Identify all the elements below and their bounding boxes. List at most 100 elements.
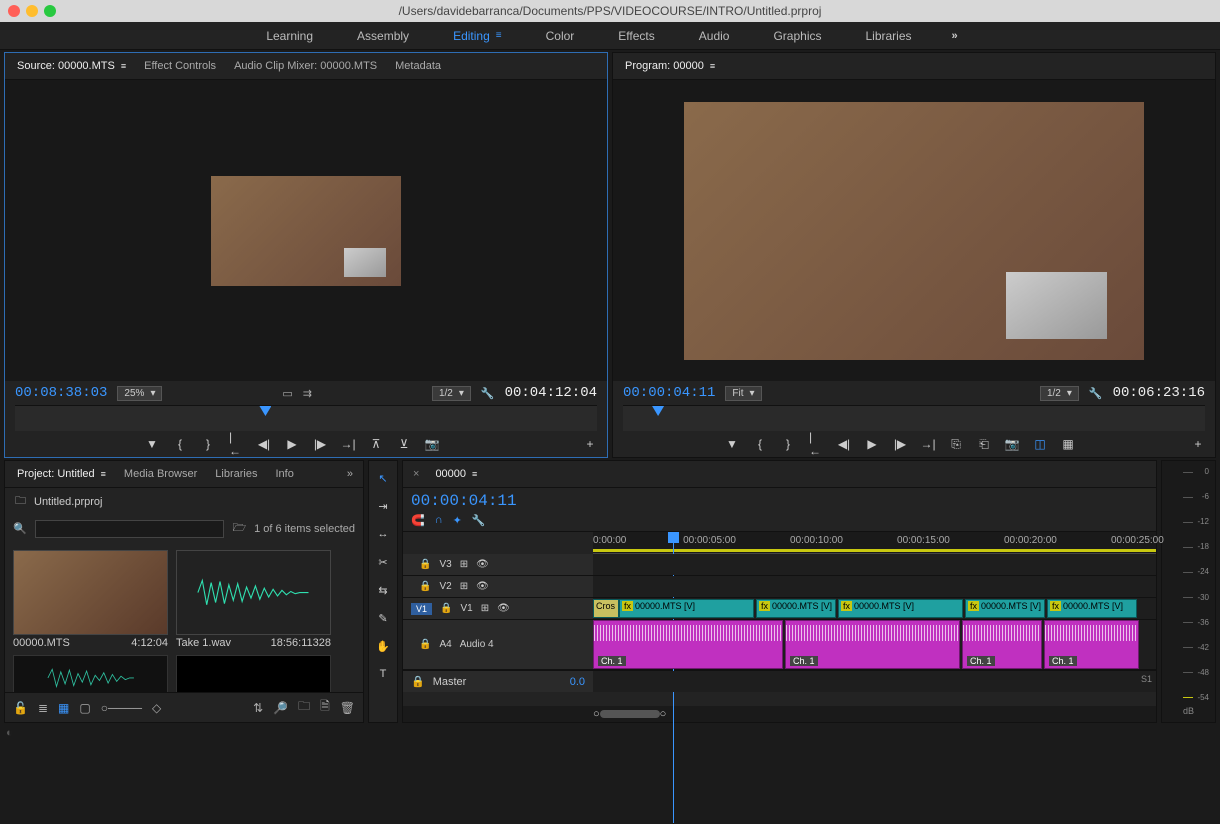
snap-icon[interactable]: 🧲: [411, 514, 425, 527]
window-maximize-button[interactable]: [44, 5, 56, 17]
mark-in-icon[interactable]: {: [173, 437, 187, 451]
program-timecode-in[interactable]: 00:00:04:11: [623, 385, 715, 401]
safe-margins-icon[interactable]: ▦: [1061, 437, 1075, 451]
window-minimize-button[interactable]: [26, 5, 38, 17]
video-track-v2[interactable]: 🔒V2⊞👁: [403, 576, 1156, 598]
slip-tool-icon[interactable]: ⇆: [374, 581, 392, 599]
trash-icon[interactable]: 🗑: [340, 701, 355, 715]
new-bin-icon[interactable]: 🗀: [298, 697, 310, 718]
step-forward-icon[interactable]: |▶: [893, 437, 907, 451]
add-marker-icon[interactable]: ▼: [145, 437, 159, 451]
workspace-assembly[interactable]: Assembly: [353, 26, 413, 46]
video-clip[interactable]: fx00000.MTS [V]: [838, 599, 963, 618]
video-clip[interactable]: fx00000.MTS [V]: [965, 599, 1045, 618]
find-icon[interactable]: 🔎: [273, 701, 288, 715]
workspace-graphics[interactable]: Graphics: [769, 26, 825, 46]
source-res-select[interactable]: 1/2▾: [432, 386, 471, 401]
master-track[interactable]: 🔒Master0.0 S1: [403, 670, 1156, 692]
workspace-libraries[interactable]: Libraries: [862, 26, 916, 46]
libraries-tab[interactable]: Libraries: [213, 465, 259, 483]
project-search-input[interactable]: [35, 520, 225, 538]
type-tool-icon[interactable]: T: [374, 665, 392, 683]
program-fit-select[interactable]: Fit▾: [725, 386, 761, 401]
razor-tool-icon[interactable]: ✂: [374, 553, 392, 571]
play-icon[interactable]: ▶: [285, 437, 299, 451]
transition-clip[interactable]: Cros: [593, 599, 619, 618]
button-editor-icon[interactable]: +: [583, 437, 597, 451]
mark-in-icon[interactable]: {: [753, 437, 767, 451]
source-scrub-bar[interactable]: [15, 405, 597, 431]
step-back-icon[interactable]: ◀|: [257, 437, 271, 451]
insert-icon[interactable]: ⊼: [369, 437, 383, 451]
extract-icon[interactable]: ⎗: [977, 437, 991, 451]
workspace-learning[interactable]: Learning: [262, 26, 317, 46]
audio-clip[interactable]: Ch. 1: [593, 620, 783, 669]
go-to-in-icon[interactable]: |←: [809, 437, 823, 451]
button-editor-icon[interactable]: +: [1191, 437, 1205, 451]
program-timecode-out[interactable]: 00:06:23:16: [1113, 385, 1205, 401]
toggle-icon[interactable]: ⇉: [303, 387, 312, 400]
video-clip[interactable]: fx00000.MTS [V]: [1047, 599, 1137, 618]
bin-item[interactable]: Take 1.wav18:56:11328: [176, 550, 331, 692]
sort-icon[interactable]: ◇: [152, 701, 161, 715]
comparison-view-icon[interactable]: ◫: [1033, 437, 1047, 451]
hand-tool-icon[interactable]: ✋: [374, 637, 392, 655]
toggle-icon[interactable]: ▭: [282, 387, 292, 400]
workspace-menu-icon[interactable]: ≡: [496, 30, 502, 41]
mark-out-icon[interactable]: }: [201, 437, 215, 451]
panel-overflow-icon[interactable]: »: [347, 468, 353, 480]
program-scrub-bar[interactable]: [623, 405, 1205, 431]
timeline-ruler[interactable]: 0:00:00 00:00:05:00 00:00:10:00 00:00:15…: [593, 532, 1156, 554]
pen-tool-icon[interactable]: ✎: [374, 609, 392, 627]
workspace-overflow-button[interactable]: »: [952, 30, 958, 42]
go-to-out-icon[interactable]: →|: [921, 437, 935, 451]
media-browser-tab[interactable]: Media Browser: [122, 465, 199, 483]
new-item-icon[interactable]: 🗎: [320, 697, 330, 718]
go-to-out-icon[interactable]: →|: [341, 437, 355, 451]
effect-controls-tab[interactable]: Effect Controls: [142, 57, 218, 75]
go-to-in-icon[interactable]: |←: [229, 437, 243, 451]
ripple-edit-tool-icon[interactable]: ↔: [374, 525, 392, 543]
write-lock-icon[interactable]: 🔓: [13, 701, 28, 715]
add-marker-icon[interactable]: ▼: [725, 437, 739, 451]
sequence-tab[interactable]: 00000≡: [433, 465, 479, 483]
workspace-color[interactable]: Color: [542, 26, 579, 46]
add-marker-icon[interactable]: ✦: [453, 514, 462, 527]
zoom-slider[interactable]: ○────: [101, 701, 142, 715]
video-clip[interactable]: fx00000.MTS [V]: [756, 599, 836, 618]
window-close-button[interactable]: [8, 5, 20, 17]
wrench-icon[interactable]: 🔧: [481, 387, 495, 400]
video-track-v1[interactable]: V1🔒V1⊞👁 Cros fx00000.MTS [V] fx00000.MTS…: [403, 598, 1156, 620]
mark-out-icon[interactable]: }: [781, 437, 795, 451]
video-track-v3[interactable]: 🔒V3⊞👁: [403, 554, 1156, 576]
program-tab[interactable]: Program: 00000≡: [623, 57, 717, 75]
metadata-tab[interactable]: Metadata: [393, 57, 443, 75]
step-back-icon[interactable]: ◀|: [837, 437, 851, 451]
wrench-icon[interactable]: 🔧: [1089, 387, 1103, 400]
bin-item[interactable]: 00000.MTS4:12:04: [13, 550, 168, 692]
audio-clip[interactable]: Ch. 1: [785, 620, 960, 669]
source-tab[interactable]: Source: 00000.MTS≡: [15, 57, 128, 75]
play-icon[interactable]: ▶: [865, 437, 879, 451]
workspace-audio[interactable]: Audio: [695, 26, 734, 46]
selection-tool-icon[interactable]: ↖: [374, 469, 392, 487]
timeline-timecode[interactable]: 00:00:04:11: [411, 492, 593, 510]
lift-icon[interactable]: ⎘: [949, 437, 963, 451]
freeform-view-icon[interactable]: ▢: [79, 701, 90, 715]
filter-bin-icon[interactable]: 🗁: [232, 519, 246, 538]
linked-selection-icon[interactable]: ∩: [435, 514, 443, 527]
export-frame-icon[interactable]: 📷: [1005, 437, 1019, 451]
audio-track-a4[interactable]: 🔒A4Audio 4 Ch. 1 Ch. 1 Ch. 1 Ch. 1: [403, 620, 1156, 670]
source-timecode-in[interactable]: 00:08:38:03: [15, 385, 107, 401]
timeline-scrollbar[interactable]: ○○: [403, 706, 1156, 722]
source-zoom-select[interactable]: 25%▾: [117, 386, 162, 401]
step-forward-icon[interactable]: |▶: [313, 437, 327, 451]
export-frame-icon[interactable]: 📷: [425, 437, 439, 451]
icon-view-icon[interactable]: ▦: [58, 701, 69, 715]
timeline-settings-icon[interactable]: 🔧: [472, 514, 486, 527]
list-view-icon[interactable]: ≣: [38, 701, 48, 715]
program-res-select[interactable]: 1/2▾: [1040, 386, 1079, 401]
workspace-effects[interactable]: Effects: [614, 26, 658, 46]
source-timecode-out[interactable]: 00:04:12:04: [505, 385, 597, 401]
overwrite-icon[interactable]: ⊻: [397, 437, 411, 451]
